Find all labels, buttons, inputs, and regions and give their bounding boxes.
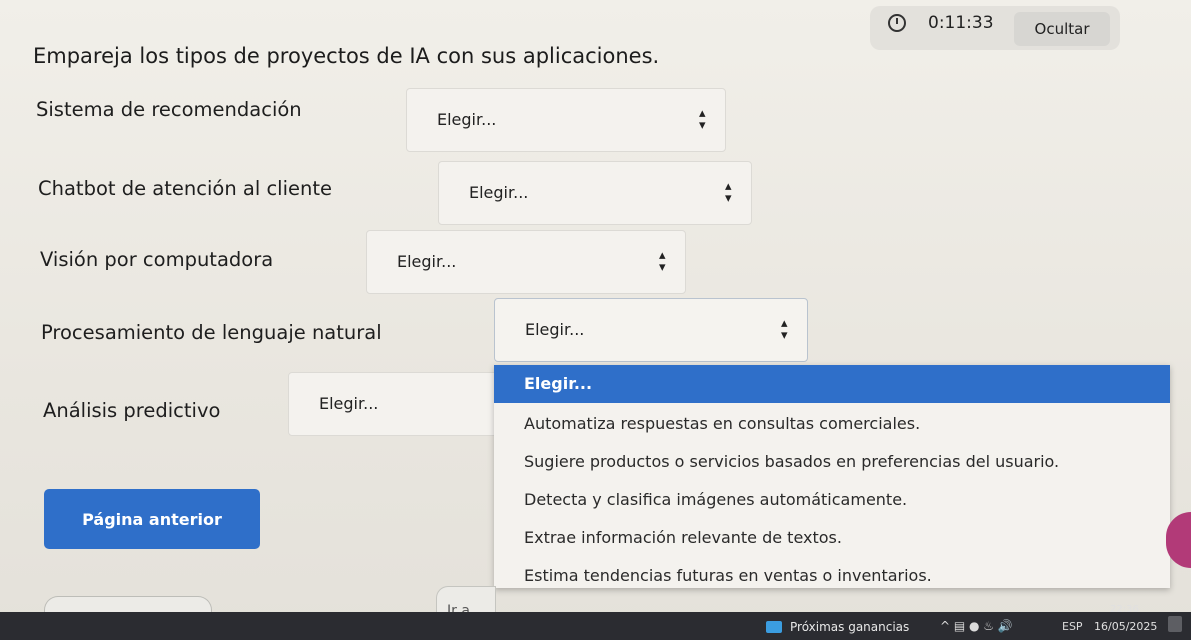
- dropdown-option[interactable]: Automatiza respuestas en consultas comer…: [494, 405, 1170, 443]
- chevron-updown-icon: ▴ ▾: [659, 248, 666, 275]
- select-value: Elegir...: [319, 394, 379, 413]
- taskbar: Próximas ganancias ^ ▤ ● ♨ 🔊 ESP 22:36 1…: [0, 604, 1191, 640]
- question-text: Empareja los tipos de proyectos de IA co…: [33, 44, 660, 68]
- chevron-updown-icon: ▴ ▾: [725, 179, 732, 206]
- dropdown-option[interactable]: Extrae información relevante de textos.: [494, 519, 1170, 557]
- row-label-nlp: Procesamiento de lenguaje natural: [41, 321, 382, 344]
- chevron-updown-icon: ▴ ▾: [781, 316, 788, 343]
- select-recommendation[interactable]: Elegir... ▴ ▾: [406, 88, 726, 152]
- notification-icon[interactable]: [1168, 616, 1182, 632]
- hide-timer-button[interactable]: Ocultar: [1014, 12, 1110, 46]
- taskbar-news[interactable]: Próximas ganancias: [790, 620, 909, 634]
- row-label-chatbot: Chatbot de atención al cliente: [38, 177, 332, 200]
- select-value: Elegir...: [469, 183, 529, 202]
- previous-page-button[interactable]: Página anterior: [44, 489, 260, 549]
- taskbar-date: 16/05/2025: [1094, 620, 1158, 633]
- taskbar-time: 22:36: [1110, 604, 1139, 615]
- news-icon: [766, 621, 782, 633]
- row-label-predictive: Análisis predictivo: [43, 399, 221, 422]
- dropdown-option-choose[interactable]: Elegir...: [494, 365, 1170, 403]
- select-value: Elegir...: [397, 252, 457, 271]
- chevron-updown-icon: ▴ ▾: [699, 106, 706, 133]
- select-computer-vision[interactable]: Elegir... ▴ ▾: [366, 230, 686, 294]
- timer-value: 0:11:33: [928, 13, 994, 33]
- select-value: Elegir...: [437, 110, 497, 129]
- clock-icon: [888, 14, 906, 32]
- language-indicator[interactable]: ESP: [1062, 620, 1083, 633]
- dropdown-option[interactable]: Sugiere productos o servicios basados en…: [494, 443, 1170, 481]
- dropdown-option[interactable]: Detecta y clasifica imágenes automáticam…: [494, 481, 1170, 519]
- dropdown-option[interactable]: Estima tendencias futuras en ventas o in…: [494, 557, 1170, 588]
- select-value: Elegir...: [525, 320, 585, 339]
- row-label-recommendation: Sistema de recomendación: [36, 98, 302, 121]
- select-predictive[interactable]: Elegir...: [288, 372, 518, 436]
- select-nlp[interactable]: Elegir... ▴ ▾: [494, 298, 808, 362]
- system-tray-icons[interactable]: ^ ▤ ● ♨ 🔊: [940, 619, 1013, 633]
- dropdown-list: Elegir... Automatiza respuestas en consu…: [494, 365, 1170, 588]
- row-label-computer-vision: Visión por computadora: [40, 248, 274, 271]
- select-chatbot[interactable]: Elegir... ▴ ▾: [438, 161, 752, 225]
